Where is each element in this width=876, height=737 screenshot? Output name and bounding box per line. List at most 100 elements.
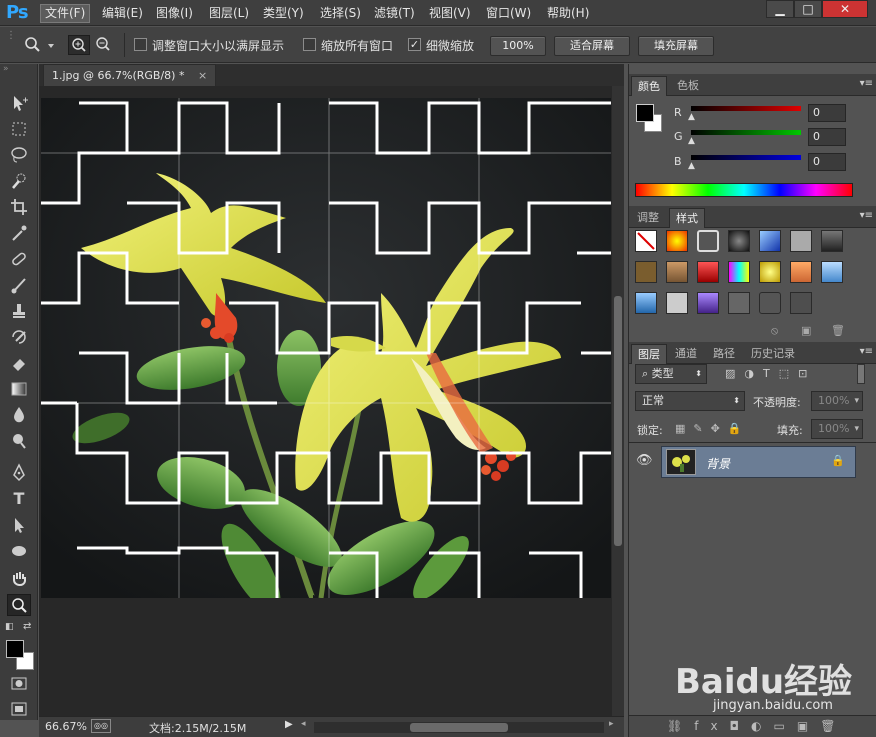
- slider-g-handle-icon[interactable]: ▲: [688, 136, 695, 146]
- ellipse-tool-icon[interactable]: [7, 540, 31, 562]
- close-document-icon[interactable]: ×: [198, 69, 207, 82]
- lock-options-icons[interactable]: ▦✎✥🔒: [675, 422, 750, 435]
- minimize-button[interactable]: ▁: [766, 0, 794, 18]
- opacity-field[interactable]: 100% ▾: [811, 391, 863, 411]
- blur-tool-icon[interactable]: [7, 404, 31, 426]
- zoom-tool-preset-icon[interactable]: [24, 36, 54, 54]
- slider-r-handle-icon[interactable]: ▲: [688, 112, 695, 122]
- vertical-scroll-thumb[interactable]: [614, 296, 622, 546]
- menu-layer[interactable]: 图层(L): [205, 4, 253, 23]
- menu-window[interactable]: 窗口(W): [482, 4, 535, 23]
- value-g[interactable]: 0: [808, 128, 846, 146]
- fill-screen-button[interactable]: 填充屏幕: [638, 36, 714, 56]
- style-swatch[interactable]: [790, 292, 812, 314]
- style-swatch[interactable]: [728, 230, 750, 252]
- layer-row[interactable]: 背景 🔒: [661, 446, 856, 478]
- menu-view[interactable]: 视图(V): [425, 4, 475, 23]
- zoom-100-button[interactable]: 100%: [490, 36, 546, 56]
- status-info-icon[interactable]: ◎◎: [91, 719, 111, 733]
- color-spectrum[interactable]: [635, 183, 853, 197]
- slider-g[interactable]: [691, 130, 801, 135]
- style-swatch[interactable]: [759, 230, 781, 252]
- eraser-tool-icon[interactable]: [7, 352, 31, 374]
- canvas-area[interactable]: [39, 86, 624, 716]
- zoom-level[interactable]: 66.67%: [45, 720, 87, 733]
- swap-colors-icon[interactable]: ⇄: [23, 621, 31, 632]
- menu-filter[interactable]: 滤镜(T): [370, 4, 419, 23]
- toolbar-collapse-icon[interactable]: »: [3, 64, 9, 74]
- style-swatch[interactable]: [635, 261, 657, 283]
- style-swatch[interactable]: [697, 292, 719, 314]
- style-swatch[interactable]: [635, 292, 657, 314]
- history-brush-tool-icon[interactable]: [7, 326, 31, 348]
- pen-tool-icon[interactable]: [7, 462, 31, 484]
- slider-b-handle-icon[interactable]: ▲: [688, 161, 695, 171]
- panel-menu-icon[interactable]: ▾≡: [860, 346, 873, 357]
- type-tool-icon[interactable]: T: [7, 488, 31, 510]
- visibility-eye-icon[interactable]: 👁: [636, 453, 653, 468]
- style-swatch[interactable]: [728, 261, 750, 283]
- clone-stamp-tool-icon[interactable]: [7, 300, 31, 322]
- zoom-out-icon[interactable]: [93, 35, 115, 55]
- style-swatch[interactable]: [821, 261, 843, 283]
- menu-help[interactable]: 帮助(H): [543, 4, 593, 23]
- path-select-tool-icon[interactable]: [7, 514, 31, 536]
- blend-mode-select[interactable]: 正常 ⬍: [635, 391, 745, 411]
- zoom-in-icon[interactable]: [68, 35, 90, 55]
- scroll-right-icon[interactable]: ▸: [609, 719, 614, 729]
- filter-kind-icons[interactable]: ▨◑T⬚⊡: [725, 367, 816, 380]
- flower-image[interactable]: [41, 98, 611, 598]
- quick-mask-icon[interactable]: [7, 672, 31, 694]
- horizontal-scrollbar[interactable]: [314, 722, 604, 733]
- style-swatch[interactable]: [697, 230, 719, 252]
- screen-mode-icon[interactable]: [7, 698, 31, 720]
- lasso-tool-icon[interactable]: [7, 144, 31, 166]
- foreground-color-swatch[interactable]: [6, 640, 24, 658]
- delete-style-icon[interactable]: 🗑: [831, 324, 845, 337]
- horizontal-scroll-thumb[interactable]: [410, 723, 508, 732]
- menu-file[interactable]: 文件(F): [40, 4, 91, 23]
- menu-edit[interactable]: 编辑(E): [98, 4, 147, 23]
- value-b[interactable]: 0: [808, 153, 846, 171]
- zoom-all-checkbox[interactable]: [303, 38, 316, 51]
- tab-styles[interactable]: 样式: [669, 208, 705, 228]
- menu-image[interactable]: 图像(I): [152, 4, 197, 23]
- slider-r[interactable]: [691, 106, 801, 111]
- tab-layers[interactable]: 图层: [631, 344, 667, 364]
- move-tool-icon[interactable]: [7, 92, 31, 114]
- panel-menu-icon[interactable]: ▾≡: [860, 78, 873, 89]
- maximize-button[interactable]: □: [794, 0, 822, 18]
- document-tab[interactable]: 1.jpg @ 66.7%(RGB/8) * ×: [43, 64, 217, 86]
- dodge-tool-icon[interactable]: [7, 430, 31, 452]
- value-r[interactable]: 0: [808, 104, 846, 122]
- zoom-tool-icon[interactable]: [7, 594, 31, 616]
- scroll-left-icon[interactable]: ◂: [301, 719, 306, 729]
- healing-brush-tool-icon[interactable]: [7, 248, 31, 270]
- tab-color[interactable]: 颜色: [631, 76, 667, 96]
- brush-tool-icon[interactable]: [7, 274, 31, 296]
- default-colors-icon[interactable]: ◧: [5, 622, 14, 632]
- menu-type[interactable]: 类型(Y): [259, 4, 308, 23]
- tab-paths[interactable]: 路径: [707, 344, 741, 364]
- tab-adjustments[interactable]: 调整: [631, 208, 665, 228]
- panel-menu-icon[interactable]: ▾≡: [860, 210, 873, 221]
- eyedropper-tool-icon[interactable]: [7, 222, 31, 244]
- status-menu-arrow-icon[interactable]: ▶: [285, 719, 293, 730]
- color-foreground-swatch[interactable]: [636, 104, 654, 122]
- tab-channels[interactable]: 通道: [669, 344, 703, 364]
- layer-name[interactable]: 背景: [706, 455, 730, 472]
- style-swatch[interactable]: [790, 261, 812, 283]
- menu-select[interactable]: 选择(S): [316, 4, 365, 23]
- new-style-icon[interactable]: ▣: [801, 324, 811, 337]
- clear-style-icon[interactable]: ⦸: [771, 324, 778, 338]
- tab-history[interactable]: 历史记录: [745, 344, 801, 364]
- style-swatch[interactable]: [697, 261, 719, 283]
- style-swatch[interactable]: [666, 292, 688, 314]
- style-swatch[interactable]: [790, 230, 812, 252]
- style-swatch[interactable]: [759, 261, 781, 283]
- vertical-scrollbar[interactable]: [612, 86, 624, 716]
- slider-b[interactable]: [691, 155, 801, 160]
- marquee-tool-icon[interactable]: [7, 118, 31, 140]
- hand-tool-icon[interactable]: [7, 568, 31, 590]
- filter-toggle[interactable]: [857, 364, 865, 384]
